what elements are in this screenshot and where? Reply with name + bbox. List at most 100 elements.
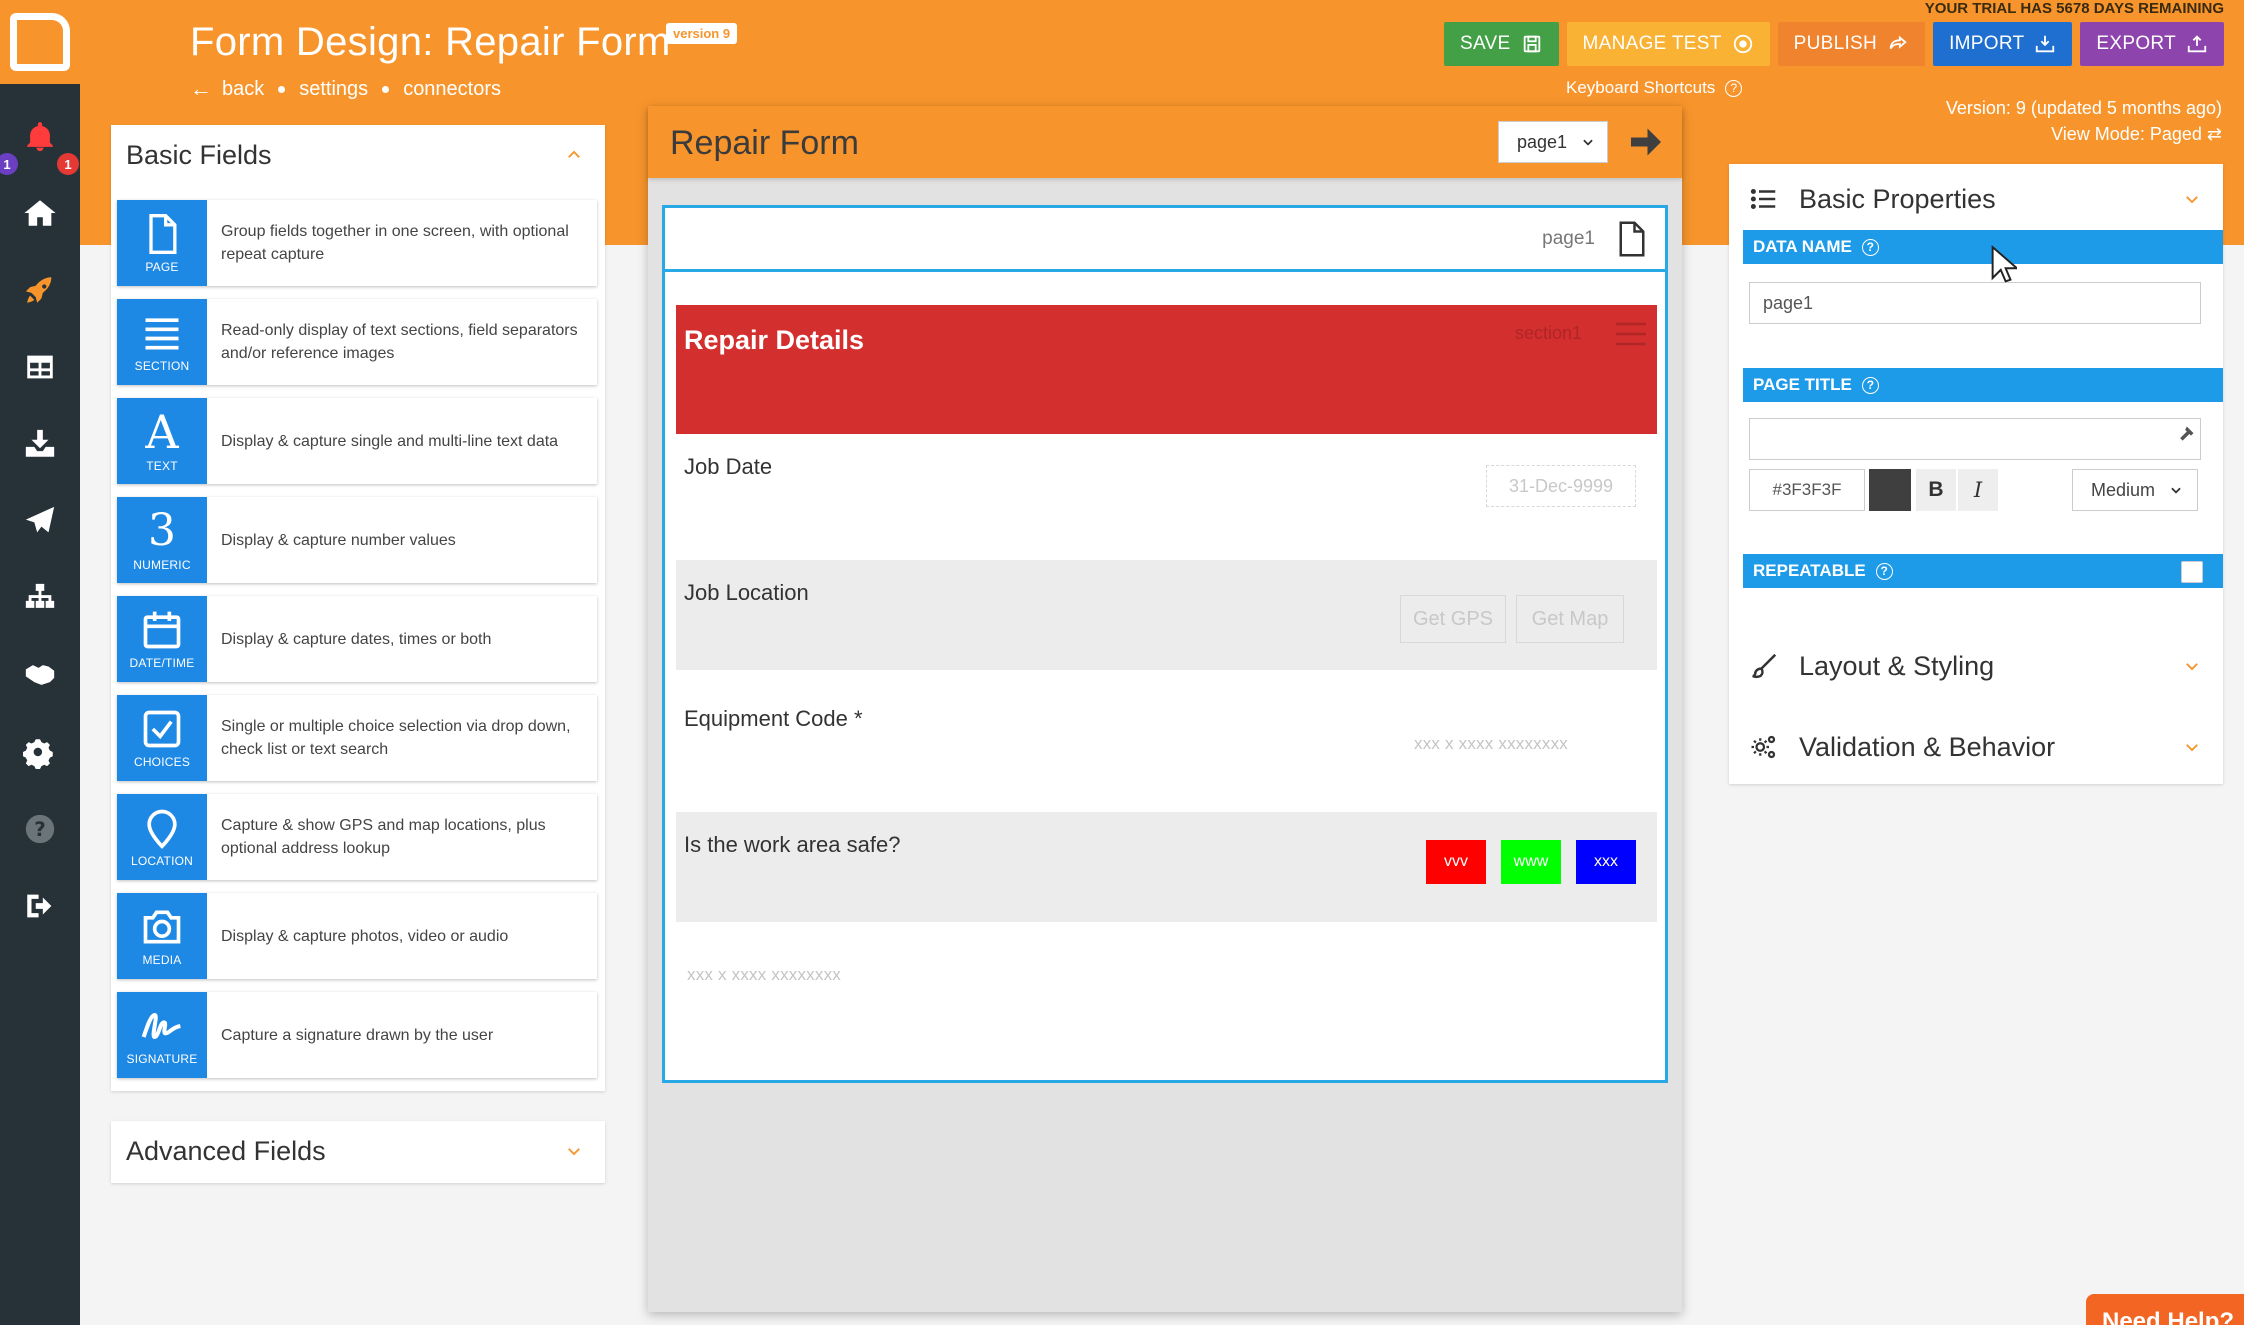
italic-button[interactable]: I [1958,469,1998,511]
view-mode-toggle[interactable]: View Mode: Paged ⇄ [1946,121,2222,147]
paper-plane-icon[interactable] [0,496,80,546]
color-swatch[interactable] [1869,469,1911,511]
field-label: Equipment Code * [684,706,863,731]
field-work-area-safe[interactable]: Is the work area safe? vvv www xxx [676,812,1657,922]
app-logo[interactable] [0,0,80,84]
back-arrow-icon[interactable]: ← [190,76,212,102]
form-page[interactable]: page1 Repair Details section1 Job Date 3… [662,205,1668,1083]
sign-out-icon[interactable] [0,881,80,931]
field-tile-page[interactable]: PAGE Group fields together in one screen… [117,200,597,286]
choice-chip[interactable]: xxx [1576,840,1636,884]
field-job-date[interactable]: Job Date 31-Dec-9999 [676,434,1657,560]
share-icon [1889,35,1907,50]
field-tile-label: SIGNATURE [126,1052,198,1066]
field-tile-desc: Display & capture dates, times or both [221,630,492,648]
bold-button[interactable]: B [1916,469,1956,511]
field-tile-signature[interactable]: SIGNATURE Capture a signature drawn by t… [117,992,597,1078]
field-tile-section[interactable]: SECTION Read-only display of text sectio… [117,299,597,385]
field-tile-label: CHOICES [133,755,191,769]
form-title: Repair Form [670,124,859,162]
handshake-icon[interactable] [0,650,80,700]
get-map-button[interactable]: Get Map [1516,595,1624,643]
floppy-icon [1523,35,1540,53]
chevron-up-icon [568,150,580,158]
back-link[interactable]: back [222,78,264,101]
export-icon [2187,35,2207,53]
choice-chip[interactable]: www [1501,840,1561,884]
layout-styling-header[interactable]: Layout & Styling [1729,631,2223,701]
manage-test-label: MANAGE TEST [1582,33,1722,54]
chevron-down-icon [2186,196,2198,204]
page-icon [1619,221,1645,257]
field-tile-choices[interactable]: CHOICES Single or multiple choice select… [117,695,597,781]
keyboard-shortcuts-label: Keyboard Shortcuts [1566,78,1716,97]
page-title-input[interactable] [1749,418,2201,460]
page-select[interactable]: page1 [1498,121,1608,163]
connectors-link[interactable]: connectors [403,78,501,101]
basic-fields-panel: Basic Fields PAGE Group fields together … [111,125,605,1091]
advanced-fields-header[interactable]: Advanced Fields [111,1121,605,1181]
alert-count-badge: 1 [57,153,79,175]
table-icon[interactable] [0,342,80,392]
form-canvas: Repair Form page1 page1 Repair Details s… [648,106,1682,1312]
basic-properties-title: Basic Properties [1799,183,1996,214]
version-info: Version: 9 (updated 5 months ago) View M… [1946,95,2222,147]
home-icon[interactable] [0,188,80,238]
save-button[interactable]: SAVE [1444,22,1559,66]
question-icon[interactable]: ? [1861,238,1879,256]
data-name-input[interactable]: page1 [1749,282,2201,324]
need-help-button[interactable]: Need Help? [2086,1294,2244,1325]
page-strip[interactable]: page1 [665,208,1665,272]
question-icon[interactable]: ? [1875,562,1893,580]
arrow-right-icon[interactable] [1626,124,1666,160]
cogs-icon[interactable] [0,727,80,777]
equipment-code-input[interactable]: xxx x xxxx xxxxxxxx [1414,734,1568,754]
font-size-select[interactable]: Medium [2072,469,2198,511]
layout-styling-title: Layout & Styling [1799,650,1995,681]
advanced-fields-title: Advanced Fields [126,1135,326,1166]
export-button[interactable]: EXPORT [2080,22,2224,66]
signature-icon [141,1012,181,1040]
manage-test-button[interactable]: MANAGE TEST [1566,22,1770,66]
field-equipment-code[interactable]: Equipment Code * xxx x xxxx xxxxxxxx [676,686,1657,796]
field-tile-location[interactable]: LOCATION Capture & show GPS and map loca… [117,794,597,880]
page-name: page1 [1542,228,1595,249]
paintbrush-icon [1752,653,1777,679]
field-tile-desc: Capture a signature drawn by the user [221,1026,494,1044]
basic-fields-header[interactable]: Basic Fields [111,125,605,185]
field-tile-desc: Display & capture single and multi-line … [221,432,559,450]
settings-link[interactable]: settings [299,78,368,101]
get-gps-button[interactable]: Get GPS [1400,595,1506,643]
separator-dot [278,85,286,93]
color-hex-input[interactable]: #3F3F3F [1749,469,1865,511]
publish-button[interactable]: PUBLISH [1777,22,1926,66]
import-button[interactable]: IMPORT [1933,22,2073,66]
chevron-down-icon [1583,139,1593,146]
camera-icon [143,910,181,944]
question-icon[interactable]: ? [1861,376,1879,394]
field-tile-text[interactable]: A TEXT Display & capture single and multi… [117,398,597,484]
page-select-value: page1 [1517,131,1568,152]
keyboard-shortcuts-link[interactable]: Keyboard Shortcuts ? [1566,78,1743,98]
rocket-icon[interactable] [0,265,80,315]
hammer-icon[interactable] [2176,424,2196,444]
field-job-location[interactable]: Job Location Get GPS Get Map [676,560,1657,670]
date-input[interactable]: 31-Dec-9999 [1486,465,1636,507]
extra-field-placeholder[interactable]: xxx x xxxx xxxxxxxx [687,965,841,985]
chevron-down-icon [2186,744,2198,752]
field-tile-numeric[interactable]: 3 NUMERIC Display & capture number values [117,497,597,583]
validation-behavior-header[interactable]: Validation & Behavior [1729,712,2223,782]
field-tile-label: TEXT [146,459,178,473]
repeatable-checkbox[interactable] [2181,561,2203,583]
sitemap-icon[interactable] [0,573,80,623]
checkbox-icon [143,710,181,748]
field-tile-media[interactable]: MEDIA Display & capture photos, video or… [117,893,597,979]
inbox-download-icon[interactable] [0,419,80,469]
help-circle-icon[interactable]: ? [0,804,80,854]
hamburger-menu-icon[interactable] [1614,319,1648,349]
basic-properties-header[interactable]: Basic Properties [1729,164,2223,234]
section-repair-details[interactable]: Repair Details section1 [676,305,1657,434]
choice-chip[interactable]: vvv [1426,840,1486,884]
gears-icon [1751,735,1776,759]
field-tile-datetime[interactable]: DATE/TIME Display & capture dates, times… [117,596,597,682]
